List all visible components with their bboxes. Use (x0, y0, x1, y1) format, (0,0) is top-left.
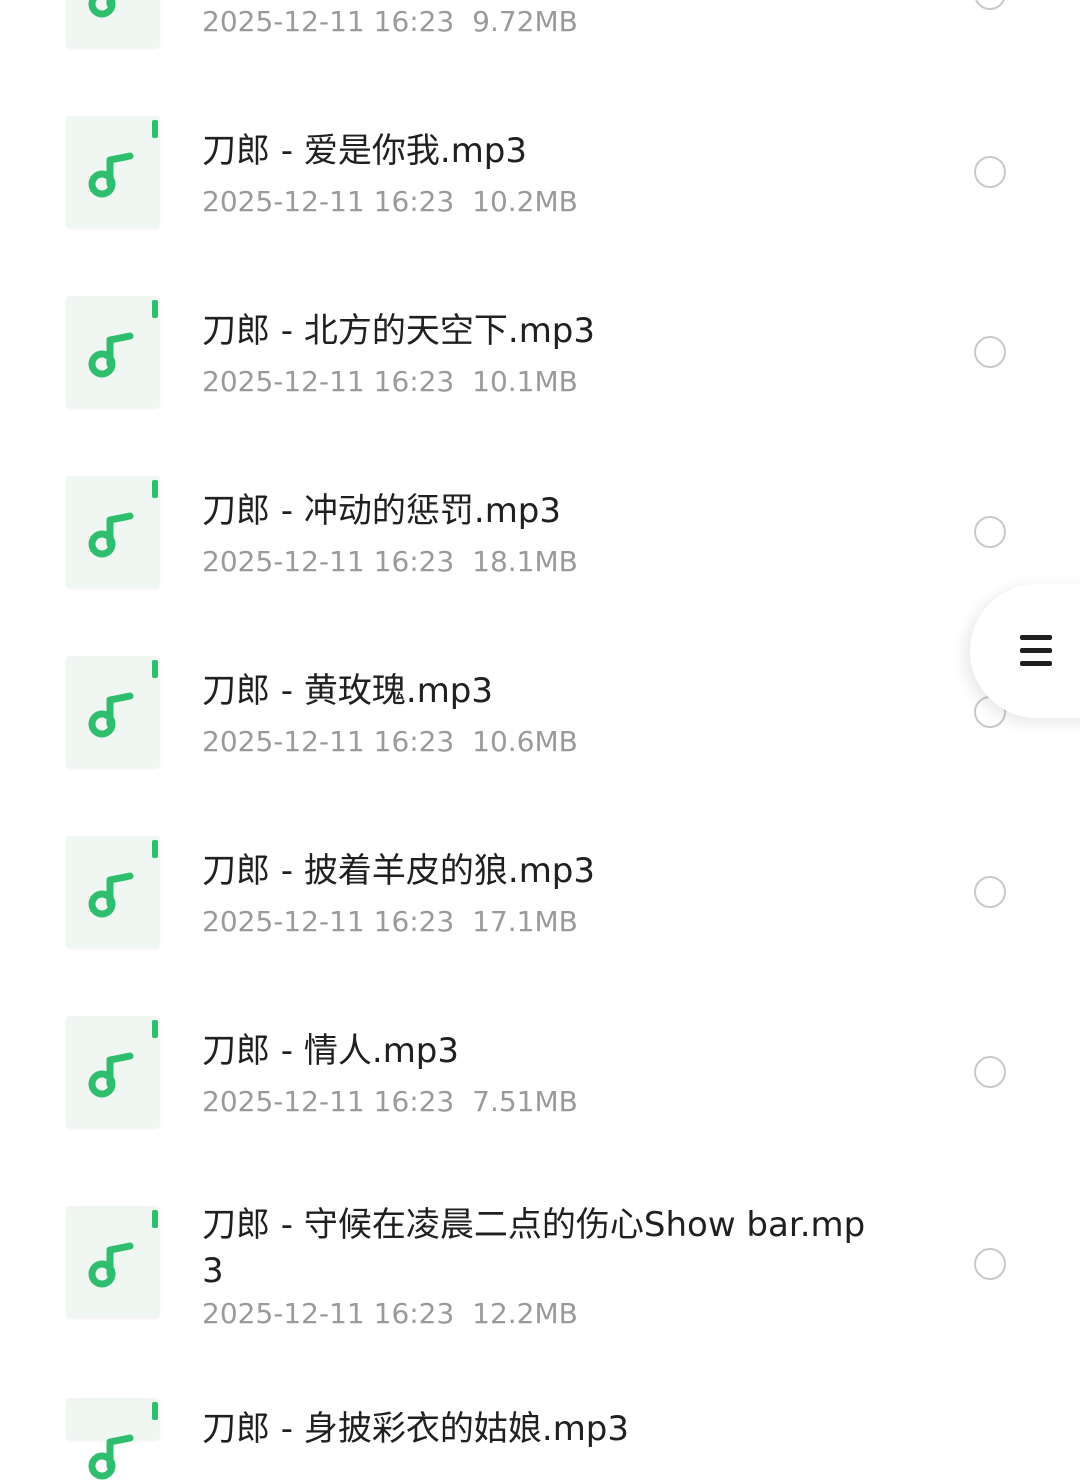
select-radio[interactable] (974, 0, 1006, 10)
file-date: 2025-12-11 16:23 (202, 1297, 455, 1330)
file-date: 2025-12-11 16:23 (202, 905, 455, 938)
music-file-icon (66, 656, 160, 768)
music-file-icon (66, 476, 160, 588)
select-radio[interactable] (974, 156, 1006, 188)
file-date: 2025-12-11 16:23 (202, 1085, 455, 1118)
file-name: 刀郎 - 爱是你我.mp3 (202, 131, 528, 171)
select-radio[interactable] (974, 336, 1006, 368)
file-name: 刀郎 - 冲动的惩罚.mp3 (202, 491, 562, 531)
music-file-icon (66, 296, 160, 408)
file-meta: 2025-12-11 16:23 17.1MB (202, 904, 902, 940)
file-name: 刀郎 - 守候在凌晨二点的伤心Show bar.mp3 (202, 1205, 866, 1291)
file-size: 12.2MB (472, 1297, 578, 1330)
music-file-icon (66, 1398, 160, 1480)
file-name: 刀郎 - 北方的天空下.mp3 (202, 311, 596, 351)
file-date: 2025-12-11 16:23 (202, 725, 455, 758)
file-name: 刀郎 - 披着羊皮的狼.mp3 (202, 851, 596, 891)
file-name: 刀郎 - 情人.mp3 (202, 1031, 460, 1071)
music-file-icon (66, 116, 160, 228)
file-size: 18.1MB (472, 545, 578, 578)
file-size: 10.6MB (472, 725, 578, 758)
select-radio[interactable] (974, 516, 1006, 548)
music-file-icon (66, 0, 160, 48)
select-radio[interactable] (974, 876, 1006, 908)
select-radio[interactable] (974, 1248, 1006, 1280)
file-date: 2025-12-11 16:23 (202, 545, 455, 578)
music-file-icon (66, 836, 160, 948)
file-date: 2025-12-11 16:23 (202, 365, 455, 398)
file-meta: 2025-12-11 16:23 10.1MB (202, 364, 902, 400)
file-meta: 2025-12-11 16:23 7.51MB (202, 1084, 902, 1120)
file-date: 2025-12-11 16:23 (202, 5, 455, 38)
file-meta: 2025-12-11 16:23 18.1MB (202, 544, 902, 580)
select-radio[interactable] (974, 1056, 1006, 1088)
file-size: 7.51MB (472, 1085, 578, 1118)
file-name: 刀郎 - 黄玫瑰.mp3 (202, 671, 494, 711)
music-file-icon (66, 1206, 160, 1318)
file-date: 2025-12-11 16:23 (202, 185, 455, 218)
file-size: 10.2MB (472, 185, 578, 218)
file-meta: 2025-12-11 16:23 12.2MB (202, 1296, 902, 1332)
file-size: 9.72MB (472, 5, 578, 38)
file-name: 刀郎 - 身披彩衣的姑娘.mp3 (202, 1409, 630, 1449)
file-meta: 2025-12-11 16:23 10.2MB (202, 184, 902, 220)
file-size: 17.1MB (472, 905, 578, 938)
file-list: 2025-12-11 16:23 9.72MB 刀郎 - 爱是你我.mp3 20… (0, 0, 1080, 1480)
file-meta: 2025-12-11 16:23 10.6MB (202, 724, 902, 760)
file-size: 10.1MB (472, 365, 578, 398)
file-meta: 2025-12-11 16:23 9.72MB (202, 4, 902, 40)
music-file-icon (66, 1016, 160, 1128)
